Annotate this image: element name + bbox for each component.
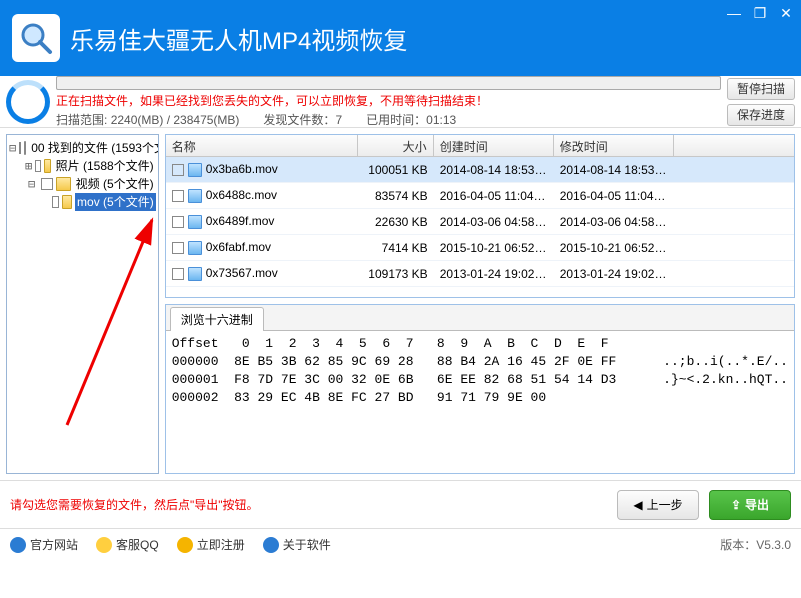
folder-tree-panel: ⊟ 00 找到的文件 (1593个文件) 0(GB) ⊞ 照片 (1588个文件…	[6, 134, 159, 474]
file-table: 名称 大小 创建时间 修改时间 0x3ba6b.mov100051 KB2014…	[165, 134, 795, 298]
export-button[interactable]: ⇪ 导出	[709, 490, 791, 520]
checkbox[interactable]	[35, 160, 41, 172]
save-progress-button[interactable]: 保存进度	[727, 104, 795, 126]
col-size[interactable]: 大小	[358, 135, 434, 156]
checkbox[interactable]	[19, 142, 21, 154]
tree-node-videos[interactable]: ⊟ 视频 (5个文件)	[9, 175, 156, 193]
table-row[interactable]: 0x6fabf.mov7414 KB2015-10-21 06:52:23201…	[166, 235, 794, 261]
app-title: 乐易佳大疆无人机MP4视频恢复	[70, 21, 407, 56]
tree-node-photos[interactable]: ⊞ 照片 (1588个文件)	[9, 157, 156, 175]
folder-icon	[62, 195, 72, 209]
checkbox[interactable]	[172, 190, 184, 202]
link-website[interactable]: 官方网站	[10, 536, 78, 553]
col-created[interactable]: 创建时间	[434, 135, 554, 156]
tree-root[interactable]: ⊟ 00 找到的文件 (1593个文件) 0(GB)	[9, 139, 156, 157]
checkbox[interactable]	[41, 178, 52, 190]
video-file-icon	[188, 241, 202, 255]
table-row[interactable]: 0x6489f.mov22630 KB2014-03-06 04:58:0820…	[166, 209, 794, 235]
footer-hint: 请勾选您需要恢复的文件，然后点"导出"按钮。	[10, 496, 259, 513]
video-file-icon	[188, 267, 202, 281]
maximize-button[interactable]: ❐	[747, 2, 773, 24]
video-file-icon	[188, 163, 202, 177]
checkbox[interactable]	[172, 216, 184, 228]
table-row[interactable]: 0x3ba6b.mov100051 KB2014-08-14 18:53:592…	[166, 157, 794, 183]
progress-bar	[56, 76, 721, 90]
link-about[interactable]: 关于软件	[263, 536, 331, 553]
info-icon	[263, 537, 279, 553]
scan-message: 正在扫描文件，如果已经找到您丢失的文件，可以立即恢复，不用等待扫描结束！	[56, 92, 721, 109]
bottom-links-row: 官方网站 客服QQ 立即注册 关于软件 版本：V5.3.0	[0, 528, 801, 560]
minimize-button[interactable]: —	[721, 2, 747, 24]
table-row[interactable]: 0x6488c.mov83574 KB2016-04-05 11:04:0020…	[166, 183, 794, 209]
footer-hint-row: 请勾选您需要恢复的文件，然后点"导出"按钮。 ◀ 上一步 ⇪ 导出	[0, 480, 801, 528]
drive-icon	[24, 141, 26, 155]
checkbox[interactable]	[172, 242, 184, 254]
tree-node-mov[interactable]: mov (5个文件)	[9, 193, 156, 211]
key-icon	[177, 537, 193, 553]
annotation-arrow	[57, 215, 159, 435]
scan-status-bar: 正在扫描文件，如果已经找到您丢失的文件，可以立即恢复，不用等待扫描结束！ 扫描范…	[0, 76, 801, 128]
video-file-icon	[188, 189, 202, 203]
scan-stats: 扫描范围: 2240(MB) / 238475(MB) 发现文件数：7 已用时间…	[56, 111, 721, 128]
app-logo	[12, 14, 60, 62]
hex-content: Offset 0 1 2 3 4 5 6 7 8 9 A B C D E F 0…	[166, 331, 794, 473]
table-header: 名称 大小 创建时间 修改时间	[166, 135, 794, 157]
link-register[interactable]: 立即注册	[177, 536, 245, 553]
col-name[interactable]: 名称	[166, 135, 358, 156]
hex-viewer: 浏览十六进制 Offset 0 1 2 3 4 5 6 7 8 9 A B C …	[165, 304, 795, 474]
pause-scan-button[interactable]: 暂停扫描	[727, 78, 795, 100]
titlebar: 乐易佳大疆无人机MP4视频恢复 — ❐ ✕	[0, 0, 801, 76]
table-row[interactable]: 0x73567.mov109173 KB2013-01-24 19:02:162…	[166, 261, 794, 287]
checkbox[interactable]	[172, 268, 184, 280]
spinner-icon	[6, 80, 50, 124]
collapse-icon[interactable]: ⊟	[25, 175, 38, 193]
hex-tab[interactable]: 浏览十六进制	[170, 307, 264, 331]
close-button[interactable]: ✕	[773, 2, 799, 24]
prev-button[interactable]: ◀ 上一步	[617, 490, 699, 520]
version-label: 版本：V5.3.0	[720, 536, 791, 553]
arrow-left-icon: ◀	[633, 498, 642, 512]
checkbox[interactable]	[172, 164, 184, 176]
globe-icon	[10, 537, 26, 553]
col-modified[interactable]: 修改时间	[554, 135, 674, 156]
link-qq[interactable]: 客服QQ	[96, 536, 159, 553]
folder-icon	[56, 177, 71, 191]
video-file-icon	[188, 215, 202, 229]
expand-icon[interactable]: ⊞	[25, 157, 32, 175]
export-icon: ⇪	[731, 498, 741, 512]
expand-icon[interactable]: ⊟	[9, 139, 16, 157]
qq-icon	[96, 537, 112, 553]
checkbox[interactable]	[52, 196, 60, 208]
folder-icon	[44, 159, 51, 173]
